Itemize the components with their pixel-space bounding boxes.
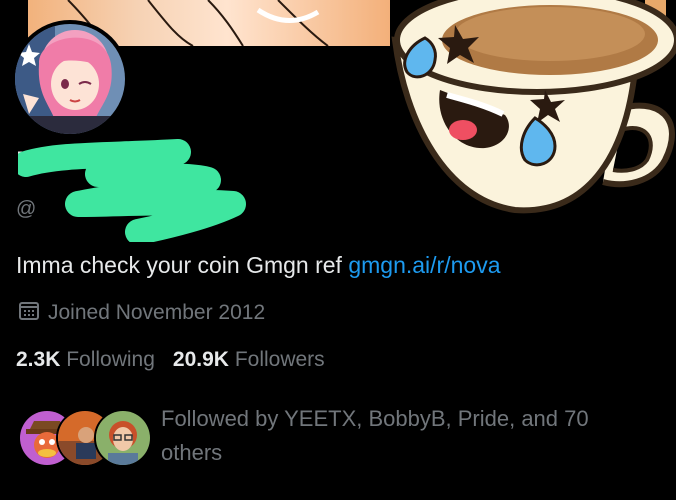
bio-link[interactable]: gmgn.ai/r/nova: [348, 252, 500, 278]
followers-label: Followers: [234, 348, 325, 371]
following-link[interactable]: 2.3K Following: [16, 348, 155, 371]
crying-coffee-cup-sticker: [385, 0, 676, 215]
profile-avatar[interactable]: [11, 20, 129, 138]
followed-by-avatars[interactable]: [18, 409, 152, 467]
following-count: 2.3K: [16, 348, 61, 371]
joined-date: Joined November 2012: [18, 299, 265, 327]
joined-text: Joined November 2012: [48, 301, 266, 324]
following-label: Following: [66, 348, 155, 371]
follow-stats: 2.3K Following 20.9K Followers: [16, 348, 325, 372]
followers-link[interactable]: 20.9K Followers: [173, 348, 325, 371]
avatar-image: [15, 24, 125, 134]
followers-count: 20.9K: [172, 348, 229, 371]
profile-handle: @: [16, 198, 37, 220]
profile-bio: Imma check your coin Gmgn ref gmgn.ai/r/…: [16, 252, 500, 279]
bio-text: Imma check your coin Gmgn ref: [16, 252, 349, 278]
calendar-icon: [18, 299, 40, 327]
followed-by-text[interactable]: Followed by YEETX, BobbyB, Pride, and 70…: [161, 402, 631, 470]
redaction-scribble: [18, 139, 246, 242]
follower-avatar-3: [94, 409, 152, 467]
